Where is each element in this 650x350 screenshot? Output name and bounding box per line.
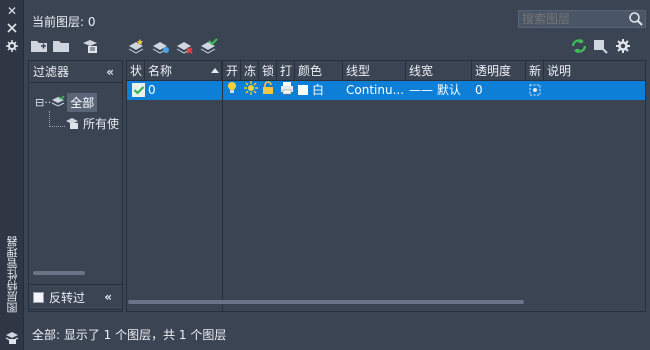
invert-filter-label: 反转过 xyxy=(49,290,86,305)
status-text: 全部: 显示了 1 个图层，共 1 个图层 xyxy=(32,328,227,342)
row-transparency-cell[interactable]: 0 xyxy=(472,81,526,100)
col-name-label: 名称 xyxy=(148,64,173,78)
gear-icon[interactable] xyxy=(614,38,632,54)
filter-scrollbar[interactable] xyxy=(33,271,85,275)
layer-manager-main: 当前图层: 0 过滤器 « ⊟·· xyxy=(24,0,650,350)
layer-grid: 状 名称 开 冻 锁 打 颜色 线型 线宽 透明度 新 说明 0 白 Conti… xyxy=(126,60,646,312)
row-freeze-cell[interactable] xyxy=(241,81,259,100)
col-plot[interactable]: 打 xyxy=(277,61,295,81)
tree-root-item[interactable]: ⊟·· 全部 xyxy=(35,92,98,112)
color-swatch xyxy=(298,85,308,95)
table-row[interactable]: 0 白 Continu... —— 默认 0 xyxy=(127,81,645,100)
new-vp-freeze-icon xyxy=(529,84,541,96)
current-layer-check-icon xyxy=(132,83,145,97)
expand-filter-button[interactable]: « xyxy=(104,290,112,304)
col-on[interactable]: 开 xyxy=(223,61,241,81)
col-transparency[interactable]: 透明度 xyxy=(472,61,526,81)
tree-child-item[interactable]: 所有使 xyxy=(65,115,119,131)
col-name[interactable]: 名称 xyxy=(145,61,222,81)
col-lock[interactable]: 锁 xyxy=(259,61,277,81)
new-layer-vp-icon[interactable] xyxy=(152,38,170,54)
search-input[interactable] xyxy=(518,10,646,28)
col-color[interactable]: 颜色 xyxy=(295,61,343,81)
sun-thaw-icon xyxy=(244,81,258,95)
sort-ascending-icon xyxy=(211,68,219,73)
printer-icon xyxy=(281,82,293,95)
new-layer-icon[interactable] xyxy=(128,38,146,54)
col-linetype[interactable]: 线型 xyxy=(343,61,406,81)
row-description-cell[interactable] xyxy=(544,81,645,100)
invert-filter-checkbox[interactable] xyxy=(33,291,44,303)
filter-header: 过滤器 « xyxy=(29,61,122,83)
grid-header: 状 名称 开 冻 锁 打 颜色 线型 线宽 透明度 新 说明 xyxy=(127,61,645,81)
delete-layer-icon[interactable] xyxy=(176,38,194,54)
grid-column-divider xyxy=(222,61,223,311)
row-status-cell[interactable] xyxy=(129,81,145,100)
new-filter-icon[interactable] xyxy=(30,38,48,54)
row-plot-cell[interactable] xyxy=(277,81,295,100)
row-linetype-cell[interactable]: Continu... xyxy=(343,81,406,100)
set-current-icon[interactable] xyxy=(200,38,218,54)
col-lineweight[interactable]: 线宽 xyxy=(406,61,472,81)
col-status[interactable]: 状 xyxy=(127,61,145,81)
refresh-icon[interactable] xyxy=(570,38,588,54)
row-on-cell[interactable] xyxy=(223,81,241,100)
bulb-on-icon xyxy=(228,82,236,93)
row-new-vp-cell[interactable] xyxy=(526,81,544,100)
side-strip: ✕ 图层特性管理器 xyxy=(0,0,24,350)
layer-filter-icon xyxy=(51,95,65,107)
col-new-vp[interactable]: 新 xyxy=(526,61,544,81)
col-freeze[interactable]: 冻 xyxy=(241,61,259,81)
row-color-cell[interactable]: 白 xyxy=(295,81,343,100)
layer-settings-icon[interactable] xyxy=(592,38,610,54)
grid-horizontal-scrollbar[interactable] xyxy=(128,300,524,304)
state-manager-icon[interactable] xyxy=(82,38,100,54)
row-name-cell[interactable]: 0 xyxy=(145,81,222,100)
row-color-label: 白 xyxy=(312,83,325,97)
filter-item-icon xyxy=(66,118,78,129)
row-lineweight-cell[interactable]: —— 默认 xyxy=(406,81,472,100)
panel-vertical-title: 图层特性管理器 xyxy=(6,236,19,313)
unlock-icon xyxy=(263,81,273,94)
close-icon[interactable]: ✕ xyxy=(4,4,20,18)
row-lock-cell[interactable] xyxy=(259,81,277,100)
col-description[interactable]: 说明 xyxy=(544,61,645,81)
current-layer-label: 当前图层: 0 xyxy=(32,15,96,29)
filter-panel: 过滤器 « ⊟·· 全部 所有使 xyxy=(28,60,123,312)
settings-icon[interactable] xyxy=(4,40,20,54)
collapse-filter-button[interactable]: « xyxy=(106,61,114,83)
tree-root-label[interactable]: 全部 xyxy=(67,92,98,112)
layers-panel-icon[interactable] xyxy=(4,330,20,344)
filter-title: 过滤器 xyxy=(33,65,70,79)
invert-filter-row[interactable]: 反转过 « xyxy=(28,284,123,310)
tree-child-label[interactable]: 所有使 xyxy=(83,115,119,132)
tree-root-prefix[interactable]: ⊟·· xyxy=(35,96,51,109)
autohide-icon[interactable] xyxy=(4,22,20,36)
search-icon[interactable] xyxy=(628,11,644,27)
group-filter-icon[interactable] xyxy=(52,38,70,54)
